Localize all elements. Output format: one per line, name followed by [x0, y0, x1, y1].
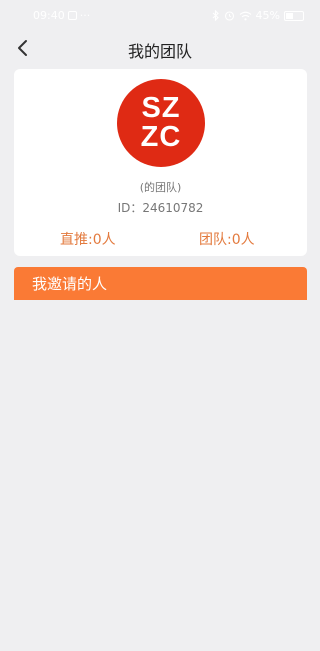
- wifi-icon: [239, 11, 251, 20]
- status-time: 09:40: [33, 9, 65, 22]
- id-value: 24610782: [142, 201, 204, 215]
- status-more-dots: ···: [79, 9, 91, 22]
- avatar-text-line1: SZ: [141, 92, 181, 124]
- status-left: 09:40 ···: [33, 9, 90, 22]
- battery-icon: [284, 10, 304, 21]
- status-right: 45%: [212, 9, 304, 22]
- id-label: ID：: [117, 201, 143, 215]
- alarm-icon: [224, 11, 234, 21]
- team-name: (的团队): [139, 181, 182, 194]
- status-bar: 09:40 ··· 45%: [0, 0, 320, 30]
- page-title: 我的团队: [127, 42, 192, 61]
- direct-referrals-stat[interactable]: 直推:0人: [60, 229, 116, 249]
- bluetooth-icon: [212, 10, 219, 21]
- nav-bar: 我的团队: [0, 30, 320, 66]
- member-id: ID：24610782: [14, 199, 307, 216]
- battery-percent: 45%: [255, 9, 280, 22]
- invited-people-header[interactable]: 我邀请的人: [14, 267, 307, 300]
- notification-icon: [67, 11, 77, 20]
- avatar-text-line2: ZC: [140, 121, 182, 153]
- profile-card: SZ ZC (的团队) ID：24610782 直推:0人 团队:0人: [14, 69, 307, 256]
- team-size-stat[interactable]: 团队:0人: [199, 229, 255, 249]
- avatar: SZ ZC: [117, 79, 205, 167]
